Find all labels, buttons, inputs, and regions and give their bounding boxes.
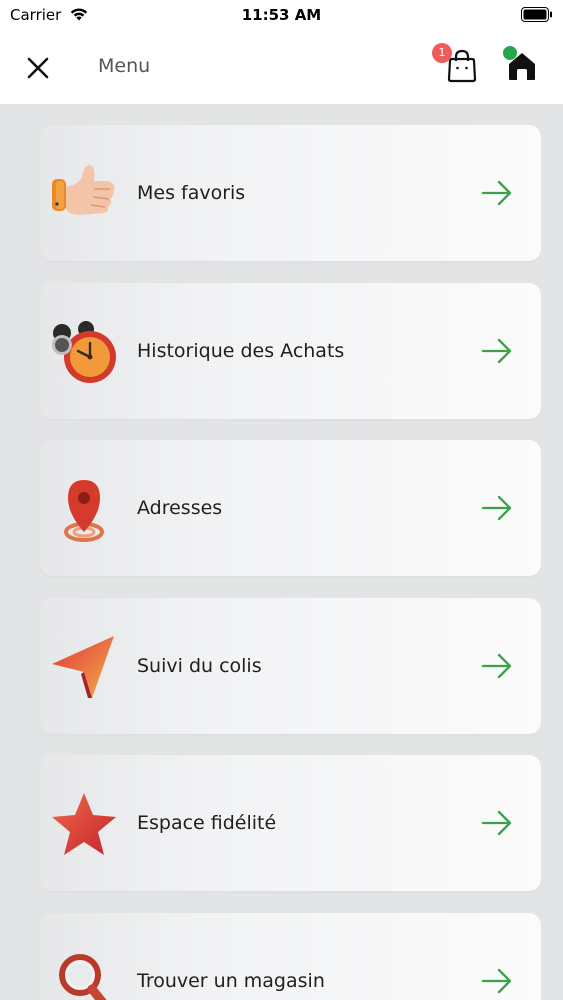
alarm-clock-icon — [52, 321, 116, 383]
menu-item-favorites[interactable]: Mes favoris — [40, 125, 541, 261]
navigation-arrow-icon — [52, 636, 114, 698]
thumbs-up-icon — [52, 165, 115, 215]
status-bar: Carrier 11:53 AM — [0, 0, 563, 30]
arrow-right-icon — [481, 338, 512, 364]
menu-item-addresses[interactable]: Adresses — [40, 440, 541, 576]
menu-item-label: Adresses — [137, 497, 223, 519]
menu-item-store-finder[interactable]: Trouver un magasin — [40, 913, 541, 1000]
menu-item-label: Mes favoris — [137, 182, 246, 204]
menu-item-label: Suivi du colis — [137, 655, 262, 677]
star-icon — [52, 793, 116, 855]
location-pin-icon — [64, 480, 104, 542]
menu-item-loyalty[interactable]: Espace fidélité — [40, 755, 541, 891]
cart-badge: 1 — [432, 43, 452, 63]
home-status-dot — [503, 46, 517, 60]
close-icon[interactable] — [24, 54, 52, 82]
battery-icon — [521, 7, 552, 22]
arrow-right-icon — [481, 968, 512, 994]
magnifier-icon — [59, 954, 107, 1000]
arrow-right-icon — [481, 653, 512, 679]
clock-time: 11:53 AM — [241, 6, 322, 24]
menu-item-parcel-tracking[interactable]: Suivi du colis — [40, 598, 541, 734]
page-title: Menu — [98, 55, 151, 77]
menu-list: Mes favoris Historique des Achats Adress… — [0, 104, 563, 1000]
arrow-right-icon — [481, 810, 512, 836]
arrow-right-icon — [481, 180, 512, 206]
menu-item-purchase-history[interactable]: Historique des Achats — [40, 283, 541, 419]
header: Menu 1 — [0, 30, 563, 104]
menu-item-label: Trouver un magasin — [137, 970, 325, 992]
arrow-right-icon — [481, 495, 512, 521]
menu-item-label: Espace fidélité — [137, 812, 277, 834]
menu-item-label: Historique des Achats — [137, 340, 345, 362]
